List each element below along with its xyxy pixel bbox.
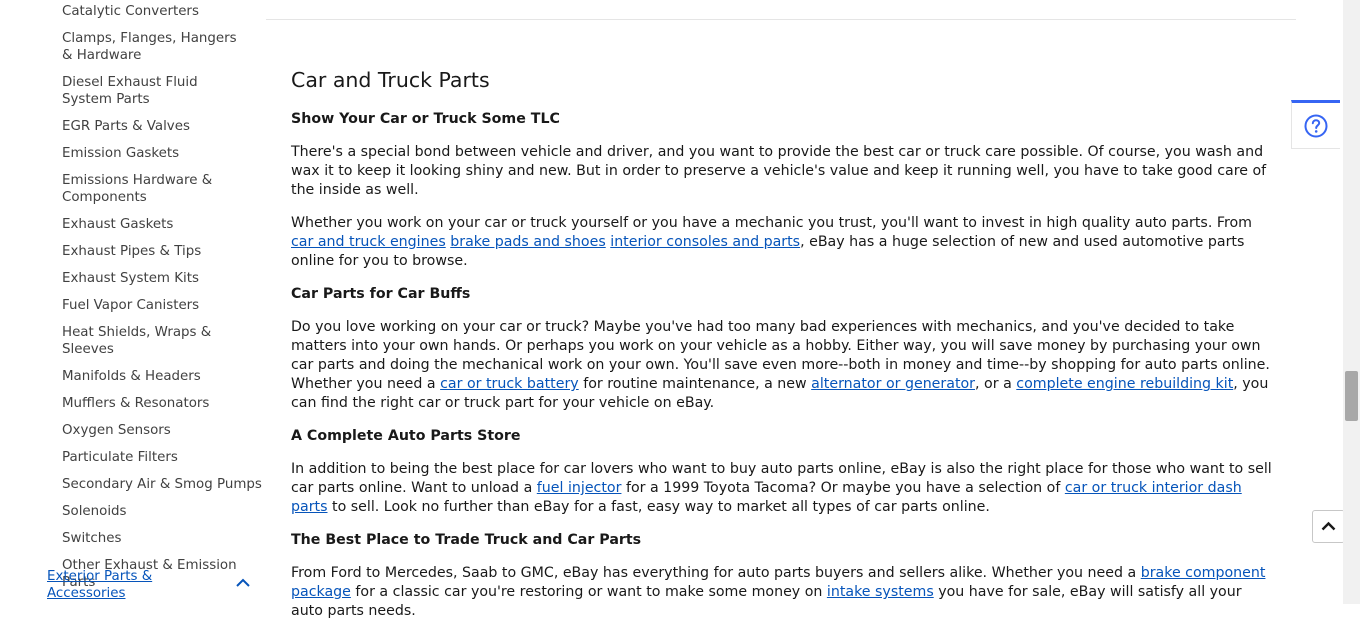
- section-heading: Car Parts for Car Buffs: [291, 286, 471, 302]
- sidebar-item-exhaust-gaskets[interactable]: Exhaust Gaskets: [62, 216, 262, 233]
- section-heading: The Best Place to Trade Truck and Car Pa…: [291, 532, 642, 548]
- sidebar-item-heat-shields[interactable]: Heat Shields, Wraps & Sleeves: [62, 324, 262, 358]
- scrollbar-thumb[interactable]: [1345, 371, 1358, 421]
- link-intake-systems[interactable]: intake systems: [827, 584, 934, 600]
- help-button[interactable]: [1291, 100, 1340, 149]
- chevron-up-icon: [1321, 521, 1336, 531]
- section-divider: [266, 19, 1296, 20]
- subcategory-list: Catalytic Converters Clamps, Flanges, Ha…: [62, 3, 262, 601]
- sidebar-item-particulate-filters[interactable]: Particulate Filters: [62, 449, 262, 466]
- sidebar-item-mufflers-resonators[interactable]: Mufflers & Resonators: [62, 395, 262, 412]
- sidebar-item-exhaust-system-kits[interactable]: Exhaust System Kits: [62, 270, 262, 287]
- paragraph-text: for a 1999 Toyota Tacoma? Or maybe you h…: [621, 480, 1065, 496]
- sidebar-item-clamps-flanges[interactable]: Clamps, Flanges, Hangers & Hardware: [62, 30, 247, 64]
- link-brake-pads[interactable]: brake pads and shoes: [450, 234, 605, 250]
- back-to-top-button[interactable]: [1312, 510, 1345, 543]
- sidebar-item-oxygen-sensors[interactable]: Oxygen Sensors: [62, 422, 262, 439]
- link-car-truck-battery[interactable]: car or truck battery: [440, 376, 579, 392]
- paragraph-text: , or a: [975, 376, 1017, 392]
- main-content: Car and Truck Parts Show Your Car or Tru…: [291, 66, 1276, 621]
- sidebar-item-solenoids[interactable]: Solenoids: [62, 503, 262, 520]
- sidebar-item-manifolds-headers[interactable]: Manifolds & Headers: [62, 368, 262, 385]
- paragraph: Do you love working on your car or truck…: [291, 318, 1276, 413]
- paragraph-text: for a classic car you're restoring or wa…: [350, 584, 827, 600]
- sidebar-item-secondary-air-pumps[interactable]: Secondary Air & Smog Pumps: [62, 476, 262, 493]
- sidebar-item-catalytic-converters[interactable]: Catalytic Converters: [62, 3, 262, 20]
- link-interior-consoles[interactable]: interior consoles and parts: [610, 234, 800, 250]
- chevron-up-icon[interactable]: [236, 572, 250, 587]
- paragraph: From Ford to Mercedes, Saab to GMC, eBay…: [291, 564, 1276, 621]
- sidebar-item-emission-gaskets[interactable]: Emission Gaskets: [62, 145, 262, 162]
- scrollbar-track[interactable]: [1343, 0, 1360, 604]
- help-circle-icon: [1304, 114, 1328, 138]
- category-sidebar: Catalytic Converters Clamps, Flanges, Ha…: [0, 0, 266, 604]
- sidebar-item-emissions-hardware[interactable]: Emissions Hardware & Components: [62, 172, 222, 206]
- paragraph-text: From Ford to Mercedes, Saab to GMC, eBay…: [291, 565, 1141, 581]
- section-heading: A Complete Auto Parts Store: [291, 428, 521, 444]
- parent-category-link[interactable]: Exterior Parts & Accessories: [47, 568, 162, 602]
- sidebar-item-egr-parts[interactable]: EGR Parts & Valves: [62, 118, 262, 135]
- link-engine-rebuilding-kit[interactable]: complete engine rebuilding kit: [1016, 376, 1233, 392]
- paragraph-text: Whether you work on your car or truck yo…: [291, 215, 1252, 231]
- page-title: Car and Truck Parts: [291, 68, 490, 92]
- paragraph: In addition to being the best place for …: [291, 460, 1276, 517]
- sidebar-item-diesel-exhaust-fluid[interactable]: Diesel Exhaust Fluid System Parts: [62, 74, 247, 108]
- paragraph-text: to sell. Look no further than eBay for a…: [327, 499, 990, 515]
- link-fuel-injector[interactable]: fuel injector: [537, 480, 622, 496]
- paragraph-text: for routine maintenance, a new: [578, 376, 812, 392]
- sidebar-item-switches[interactable]: Switches: [62, 530, 262, 547]
- sidebar-item-exhaust-pipes[interactable]: Exhaust Pipes & Tips: [62, 243, 262, 260]
- link-alternator-generator[interactable]: alternator or generator: [811, 376, 975, 392]
- link-car-truck-engines[interactable]: car and truck engines: [291, 234, 446, 250]
- section-heading: Show Your Car or Truck Some TLC: [291, 111, 560, 127]
- paragraph: Whether you work on your car or truck yo…: [291, 214, 1276, 271]
- sidebar-item-fuel-vapor-canisters[interactable]: Fuel Vapor Canisters: [62, 297, 262, 314]
- paragraph: There's a special bond between vehicle a…: [291, 144, 1267, 198]
